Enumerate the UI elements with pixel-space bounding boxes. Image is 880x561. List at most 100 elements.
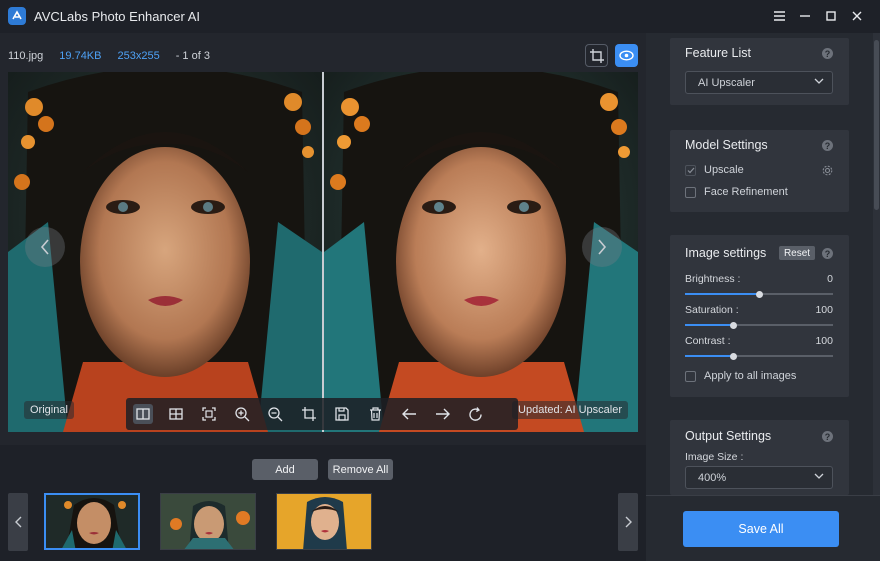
image-viewer[interactable]: Original Updated: AI Upscaler (8, 72, 638, 432)
title-bar: AVCLabs Photo Enhancer AI (0, 0, 880, 33)
add-button[interactable]: Add (252, 459, 318, 480)
checkmark-icon (687, 167, 694, 173)
file-size: 19.74KB (59, 50, 102, 62)
chevron-down-icon (814, 78, 824, 84)
grid-button[interactable] (159, 398, 192, 430)
brightness-value: 0 (827, 273, 833, 285)
saturation-slider[interactable] (685, 321, 833, 329)
panel-scrollbar-thumb[interactable] (874, 40, 879, 210)
feature-list-title: Feature List (685, 46, 752, 60)
chevron-down-icon (814, 473, 824, 479)
zoom-out-button[interactable] (259, 398, 292, 430)
delete-icon (370, 407, 382, 421)
save-button[interactable] (326, 398, 359, 430)
saturation-label: Saturation : (685, 304, 739, 316)
contrast-slider[interactable] (685, 352, 833, 360)
help-icon[interactable]: ? (822, 48, 833, 59)
file-name: 110.jpg (8, 50, 44, 62)
thumbnail-2[interactable] (160, 493, 256, 550)
brightness-slider-knob[interactable] (755, 290, 763, 298)
zoom-in-button[interactable] (226, 398, 259, 430)
chevron-left-icon (14, 516, 21, 528)
help-icon[interactable]: ? (822, 248, 833, 259)
saturation-slider-knob[interactable] (730, 321, 738, 329)
delete-button[interactable] (359, 398, 392, 430)
crop-tool-button[interactable] (292, 398, 325, 430)
upscale-checkbox[interactable] (685, 164, 696, 176)
previous-button[interactable] (392, 398, 425, 430)
feature-select[interactable]: AI Upscaler (685, 71, 833, 94)
fit-screen-icon (202, 407, 216, 421)
feature-select-value: AI Upscaler (698, 76, 755, 89)
model-settings-card: Model Settings ? Upscale Face Refinement (670, 130, 849, 212)
image-settings-card: Image settings Reset ? Brightness : 0 Sa… (670, 235, 849, 397)
previous-image-button[interactable] (25, 227, 65, 267)
chevron-left-icon (40, 239, 49, 255)
chevron-right-icon (625, 516, 632, 528)
file-info: 110.jpg 19.74KB 253x255 - 1 of 3 (8, 50, 226, 62)
save-all-button[interactable]: Save All (683, 511, 839, 547)
close-icon[interactable] (849, 8, 865, 24)
face-refinement-label: Face Refinement (704, 186, 788, 198)
face-refinement-option[interactable]: Face Refinement (685, 186, 788, 198)
output-settings-title: Output Settings (685, 429, 772, 443)
help-icon[interactable]: ? (822, 140, 833, 151)
apply-all-option[interactable]: Apply to all images (685, 370, 796, 382)
next-button[interactable] (426, 398, 459, 430)
app-title: AVCLabs Photo Enhancer AI (34, 9, 200, 24)
upscale-label: Upscale (704, 164, 744, 176)
file-position: - 1 of 3 (175, 50, 210, 62)
chevron-right-icon (598, 239, 607, 255)
zoom-in-icon (235, 406, 250, 421)
compare-split-icon (135, 408, 150, 420)
compare-split-button[interactable] (126, 398, 159, 430)
arrow-right-icon (435, 408, 450, 420)
apply-all-label: Apply to all images (704, 370, 797, 382)
fit-screen-button[interactable] (193, 398, 226, 430)
crop-button[interactable] (585, 44, 608, 67)
file-dimensions: 253x255 (117, 50, 160, 62)
face-refinement-checkbox[interactable] (685, 186, 696, 198)
thumbnail-1[interactable] (44, 493, 140, 550)
strip-scroll-right-button[interactable] (618, 493, 638, 551)
output-settings-card: Output Settings ? Image Size : 400% (670, 420, 849, 495)
strip-scroll-left-button[interactable] (8, 493, 28, 551)
image-size-value: 400% (698, 471, 727, 484)
crop-icon (302, 407, 317, 421)
minimize-icon[interactable] (797, 8, 813, 24)
preview-toggle-button[interactable] (615, 44, 638, 67)
remove-all-button[interactable]: Remove All (328, 459, 393, 480)
image-toolbar (126, 398, 518, 430)
maximize-icon[interactable] (823, 8, 839, 24)
brightness-slider[interactable] (685, 290, 833, 298)
rotate-button[interactable] (459, 398, 492, 430)
image-size-label: Image Size : (685, 451, 744, 463)
image-settings-title: Image settings (685, 246, 767, 260)
eye-icon (619, 50, 634, 61)
contrast-label: Contrast : (685, 335, 731, 347)
help-icon[interactable]: ? (822, 431, 833, 442)
feature-list-card: Feature List ? AI Upscaler (670, 38, 849, 105)
model-settings-title: Model Settings (685, 138, 768, 152)
thumbnail-strip: Add Remove All (0, 445, 646, 561)
updated-label: Updated: AI Upscaler (512, 401, 628, 419)
menu-icon[interactable] (771, 8, 787, 24)
apply-all-checkbox[interactable] (685, 370, 696, 382)
contrast-value: 100 (815, 335, 833, 347)
gear-icon[interactable] (822, 165, 833, 176)
work-area: 110.jpg 19.74KB 253x255 - 1 of 3 Origina… (0, 33, 646, 445)
crop-icon (589, 48, 604, 63)
save-icon (335, 407, 350, 421)
thumbnail-3[interactable] (276, 493, 372, 550)
zoom-out-icon (268, 406, 283, 421)
brightness-label: Brightness : (685, 273, 741, 285)
panel-divider (646, 495, 880, 496)
upscale-option[interactable]: Upscale (685, 164, 744, 176)
app-logo-icon (8, 7, 26, 25)
next-image-button[interactable] (582, 227, 622, 267)
reset-button[interactable]: Reset (779, 246, 815, 260)
image-size-select[interactable]: 400% (685, 466, 833, 489)
saturation-value: 100 (815, 304, 833, 316)
contrast-slider-knob[interactable] (730, 352, 738, 360)
rotate-icon (469, 406, 482, 421)
